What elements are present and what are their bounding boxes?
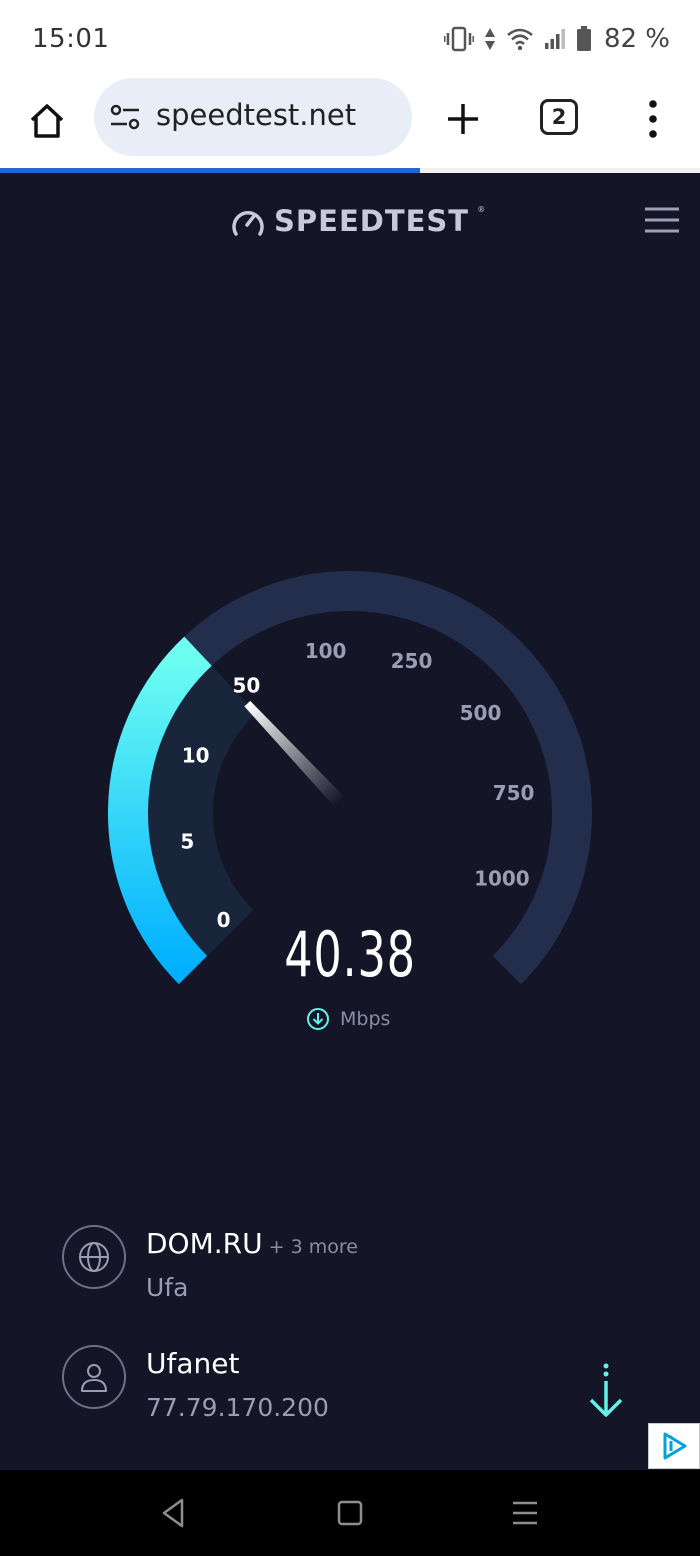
provider-more-link[interactable]: + 3 more [269, 1236, 358, 1258]
brand-tm: ® [477, 205, 486, 214]
system-nav-bar [0, 1470, 700, 1556]
server-name: Ufanet [146, 1347, 240, 1380]
server-row[interactable]: Ufanet 77.79.170.200 [62, 1345, 662, 1445]
speed-unit: Mbps [306, 1005, 390, 1033]
data-arrows-icon [484, 28, 495, 50]
hamburger-menu-icon[interactable] [644, 206, 680, 234]
recents-icon[interactable] [507, 1496, 543, 1530]
status-bar: 15:01 82 % [0, 0, 700, 78]
home-button[interactable] [22, 96, 72, 146]
home-square-icon[interactable] [332, 1496, 368, 1530]
server-icon-wrap [62, 1345, 126, 1409]
gauge-tick-label: 5 [180, 830, 194, 854]
speed-value: 40.38 [284, 918, 416, 991]
more-vert-icon[interactable] [640, 96, 666, 142]
server-ip: 77.79.170.200 [146, 1393, 329, 1422]
user-icon [81, 1364, 107, 1392]
new-tab-button[interactable] [440, 96, 486, 142]
tab-count: 2 [551, 105, 567, 129]
speedtest-page: SPEEDTEST ® 0 5 10 50 100 250 500 750 1000 [0, 173, 700, 1469]
brand-name: SPEEDTEST [274, 204, 470, 238]
provider-name: DOM.RU [146, 1227, 263, 1260]
gauge-needle [244, 700, 345, 807]
scroll-down-arrow-icon[interactable] [586, 1363, 626, 1419]
plus-icon [448, 104, 478, 134]
status-time: 15:01 [32, 24, 110, 54]
battery-icon [576, 26, 591, 51]
back-icon[interactable] [155, 1496, 191, 1530]
provider-location: Ufa [146, 1273, 189, 1302]
tune-icon[interactable] [110, 104, 140, 130]
gauge-tick-label: 500 [460, 701, 502, 725]
vibrate-icon [443, 26, 474, 52]
gauge-logo-icon [232, 211, 264, 236]
globe-icon [79, 1242, 109, 1272]
gauge-tick-label: 100 [305, 639, 347, 663]
wifi-icon [507, 28, 533, 51]
provider-row[interactable]: DOM.RU + 3 more Ufa [62, 1225, 662, 1325]
status-icons: 82 % [443, 22, 670, 56]
url-bar[interactable]: speedtest.net [94, 78, 412, 156]
ad-choices-badge[interactable] [648, 1423, 700, 1469]
gauge-inner-glow [143, 662, 257, 960]
gauge-tick-label: 10 [182, 744, 210, 768]
gauge-tick-label: 750 [493, 781, 535, 805]
gauge-tick-label: 1000 [474, 867, 530, 891]
ad-choices-icon [663, 1432, 687, 1460]
gauge-tick-label: 50 [232, 674, 260, 698]
url-text[interactable]: speedtest.net [156, 98, 356, 132]
provider-name-line: DOM.RU + 3 more [146, 1227, 358, 1260]
download-circle-icon [307, 1008, 329, 1030]
signal-icon [544, 29, 565, 49]
home-icon [30, 104, 64, 138]
browser-toolbar: speedtest.net 2 [0, 78, 700, 170]
provider-icon-wrap [62, 1225, 126, 1289]
speedtest-logo[interactable]: SPEEDTEST ® [230, 201, 485, 241]
tab-switcher-button[interactable]: 2 [540, 99, 578, 135]
battery-percent: 82 % [603, 24, 670, 54]
speed-unit-label: Mbps [340, 1008, 391, 1030]
gauge-tick-label: 250 [391, 649, 433, 673]
